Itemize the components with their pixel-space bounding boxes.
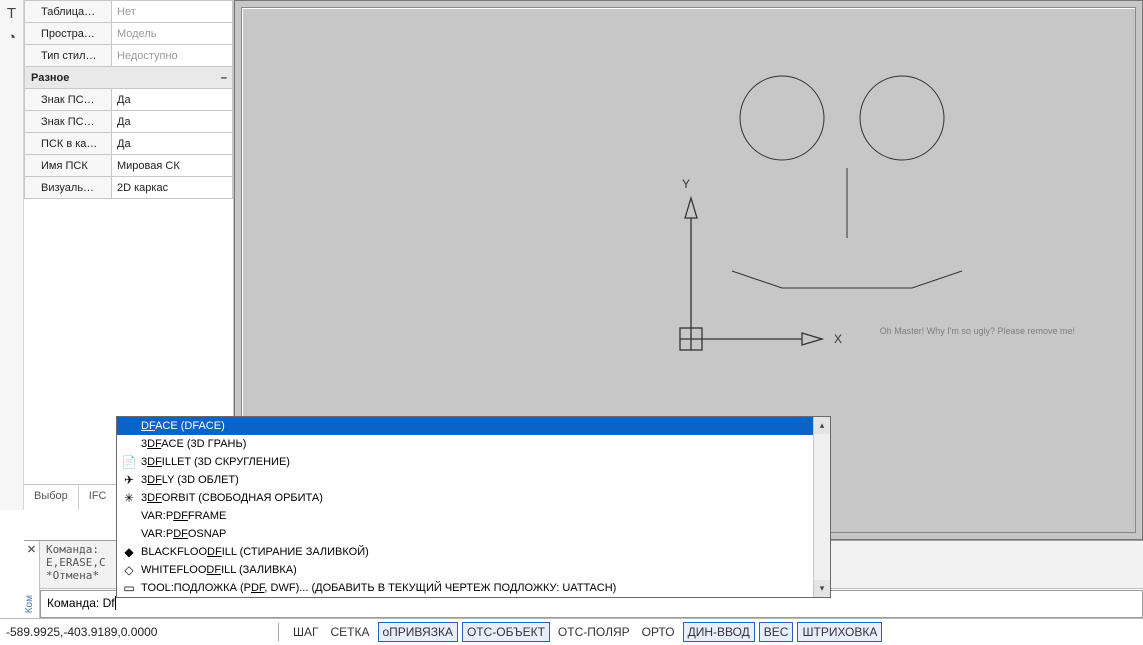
property-row[interactable]: Знак ПС…Да	[25, 111, 233, 133]
scroll-up-icon[interactable]: ▴	[814, 417, 830, 434]
left-toolbar: T ◔	[0, 0, 24, 510]
section-header-misc[interactable]: Разное –	[25, 67, 233, 89]
status-toggle[interactable]: ОРТО	[638, 623, 679, 641]
autocomplete-scrollbar[interactable]: ▴ ▾	[813, 417, 830, 597]
autocomplete-popup: DFACE (DFACE)3DFACE (3D ГРАНЬ)📄3DFILLET …	[116, 416, 831, 598]
status-toggle[interactable]: оПРИВЯЗКА	[378, 622, 458, 642]
autocomplete-item[interactable]: ◆BLACKFLOODFILL (СТИРАНИЕ ЗАЛИВКОЙ)	[117, 543, 830, 561]
property-row[interactable]: Знак ПС…Да	[25, 89, 233, 111]
shape-tool-icon[interactable]: ◔	[2, 28, 22, 48]
autocomplete-item-icon: ✳	[121, 490, 137, 506]
autocomplete-item[interactable]: ◇WHITEFLOODFILL (ЗАЛИВКА)	[117, 561, 830, 579]
property-row[interactable]: Таблица…Нет	[25, 1, 233, 23]
axis-y-label: Y	[682, 177, 690, 191]
coordinates: -589.9925,-403.9189,0.0000	[0, 625, 270, 639]
property-row[interactable]: ПСК в ка…Да	[25, 133, 233, 155]
axis-x-label: X	[834, 332, 842, 346]
tab-select[interactable]: Выбор	[24, 485, 79, 510]
autocomplete-item[interactable]: ✳3DFORBIT (СВОБОДНАЯ ОРБИТА)	[117, 489, 830, 507]
autocomplete-item-icon: ◇	[121, 562, 137, 578]
status-toggle[interactable]: ВЕС	[759, 622, 794, 642]
autocomplete-item[interactable]: 3DFACE (3D ГРАНЬ)	[117, 435, 830, 453]
command-text: Df	[103, 596, 115, 610]
autocomplete-item-icon: ▭	[121, 580, 137, 596]
close-icon[interactable]: ✕	[25, 543, 39, 557]
collapse-icon[interactable]: –	[221, 72, 227, 84]
section-title: Разное	[31, 72, 69, 84]
autocomplete-item-icon: ◆	[121, 544, 137, 560]
command-prompt: Команда:	[47, 596, 103, 610]
autocomplete-item-icon	[121, 418, 137, 434]
autocomplete-item-icon	[121, 436, 137, 452]
autocomplete-item-icon	[121, 526, 137, 542]
property-row[interactable]: Визуаль…2D каркас	[25, 177, 233, 199]
autocomplete-item[interactable]: ✈3DFLY (3D ОБЛЕТ)	[117, 471, 830, 489]
text-tool-icon[interactable]: T	[2, 4, 22, 24]
autocomplete-item-icon: ✈	[121, 472, 137, 488]
autocomplete-item-icon: 📄	[121, 454, 137, 470]
status-toggle[interactable]: ДИН-ВВОД	[683, 622, 755, 642]
properties-table: Таблица…НетПростра…МодельТип стил…Недост…	[24, 0, 233, 199]
property-row[interactable]: Простра…Модель	[25, 23, 233, 45]
autocomplete-item-icon	[121, 508, 137, 524]
property-row[interactable]: Имя ПСКМировая СК	[25, 155, 233, 177]
scroll-down-icon[interactable]: ▾	[814, 580, 830, 597]
property-row[interactable]: Тип стил…Недоступно	[25, 45, 233, 67]
status-toggle[interactable]: ШАГ	[289, 623, 323, 641]
status-toggle[interactable]: ОТС-ОБЪЕКТ	[462, 622, 550, 642]
status-bar: -589.9925,-403.9189,0.0000 ШАГСЕТКАоПРИВ…	[0, 618, 1143, 645]
command-handle[interactable]: ✕ Ком	[24, 541, 40, 618]
autocomplete-item[interactable]: VAR:PDFFRAME	[117, 507, 830, 525]
status-toggle[interactable]: ОТС-ПОЛЯР	[554, 623, 634, 641]
status-toggle[interactable]: СЕТКА	[327, 623, 374, 641]
autocomplete-item[interactable]: ▭TOOL:ПОДЛОЖКА (PDF, DWF)... (ДОБАВИТЬ В…	[117, 579, 830, 597]
canvas-note: Oh Master! Why I'm so ugly? Please remov…	[880, 326, 1075, 336]
autocomplete-item[interactable]: 📄3DFILLET (3D СКРУГЛЕНИЕ)	[117, 453, 830, 471]
status-toggle[interactable]: ШТРИХОВКА	[797, 622, 882, 642]
command-handle-label: Ком	[24, 595, 40, 613]
autocomplete-item[interactable]: DFACE (DFACE)	[117, 417, 830, 435]
autocomplete-item[interactable]: VAR:PDFOSNAP	[117, 525, 830, 543]
tab-ifc[interactable]: IFC	[79, 485, 118, 510]
